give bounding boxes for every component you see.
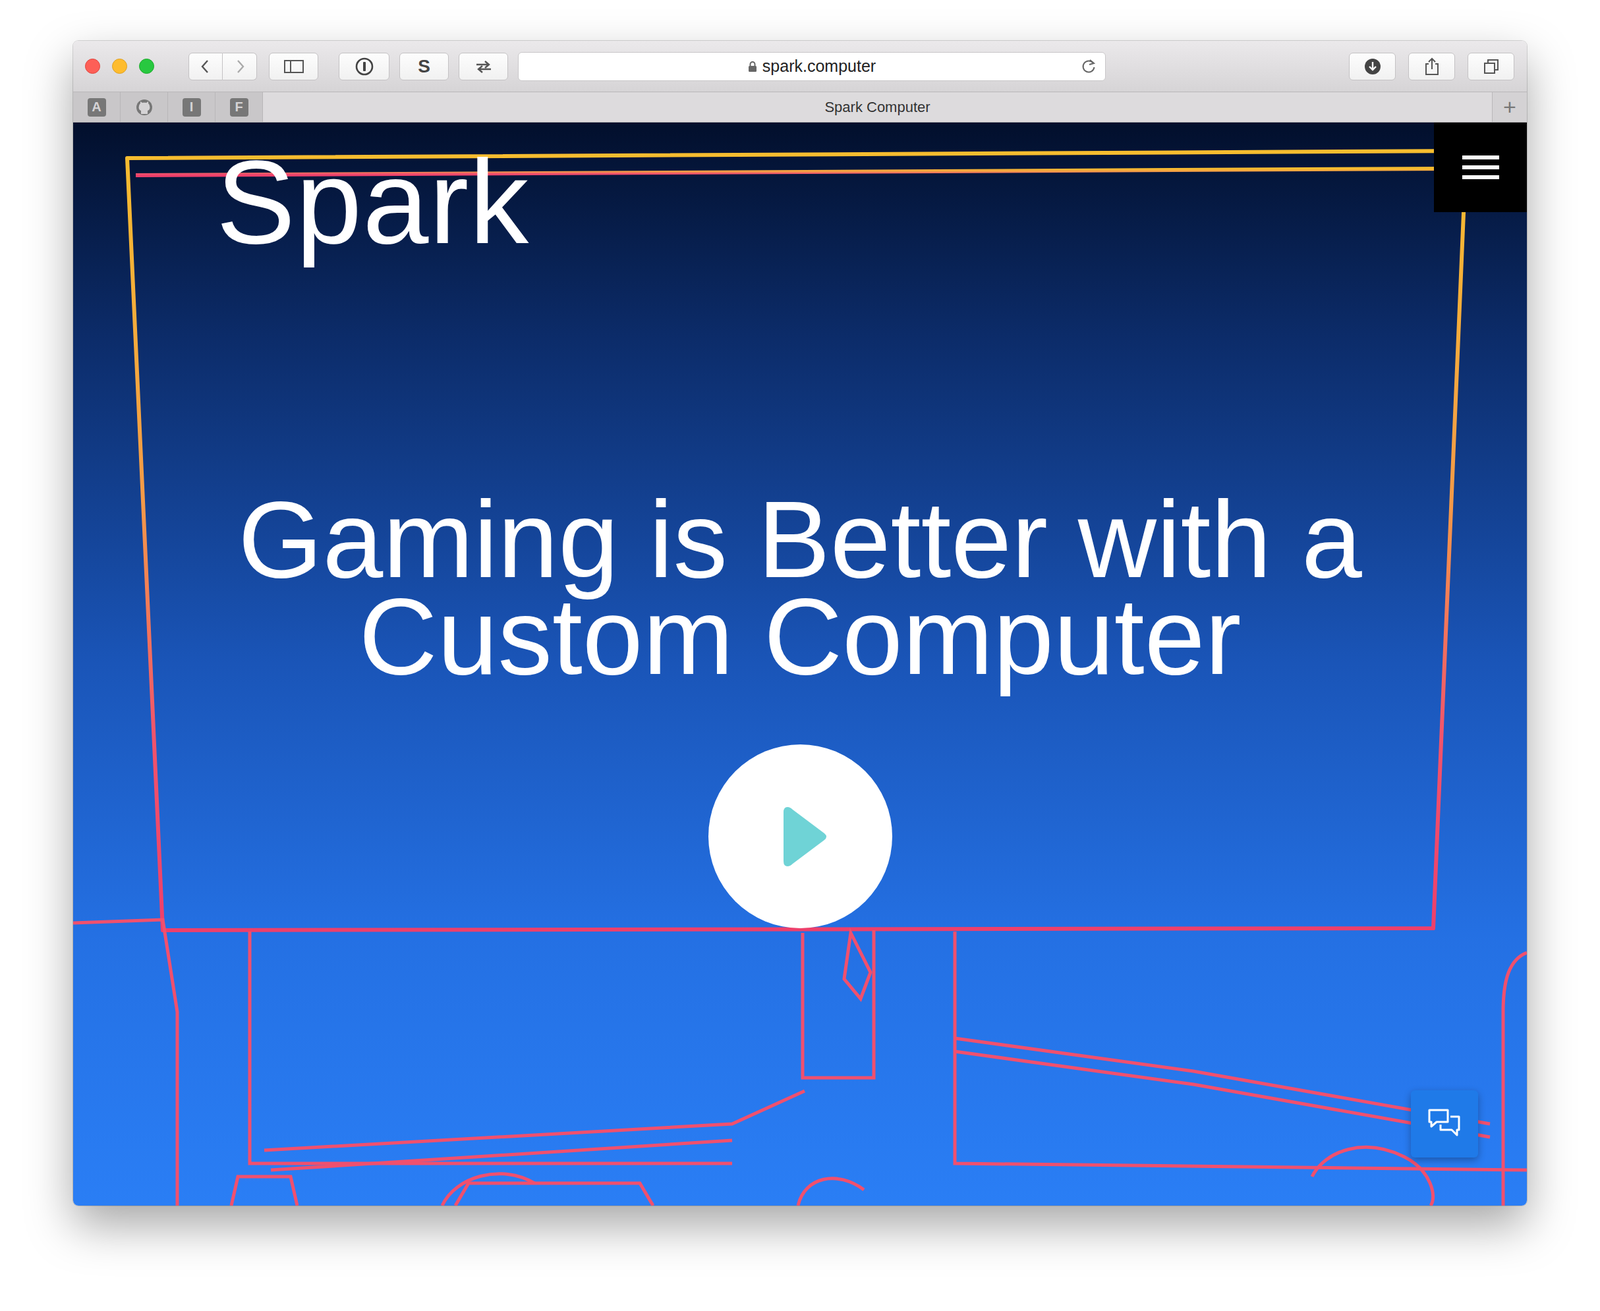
headline: Gaming is Better with a Custom Computer bbox=[173, 491, 1427, 686]
pinned-tab-label: I bbox=[182, 98, 201, 117]
new-tab-button[interactable]: + bbox=[1491, 92, 1527, 122]
github-icon bbox=[135, 98, 154, 117]
share-button[interactable] bbox=[1408, 52, 1456, 81]
sidebar-icon bbox=[283, 58, 305, 75]
navigation-buttons bbox=[188, 52, 258, 81]
play-button[interactable] bbox=[708, 744, 893, 929]
share-icon bbox=[1422, 56, 1442, 77]
hero: Spark Gaming is Better with a Custom Comp… bbox=[73, 122, 1527, 1206]
url-text: spark.computer bbox=[747, 56, 876, 76]
password-icon bbox=[354, 56, 375, 77]
minimize-icon[interactable] bbox=[112, 58, 128, 74]
close-icon[interactable] bbox=[85, 58, 101, 74]
arrows-icon bbox=[473, 58, 494, 75]
password-button[interactable] bbox=[338, 52, 390, 81]
desktop: Sspark.computer A I F Spark Computer+ Spark Ga… bbox=[0, 0, 1600, 1311]
tab-bar: A I F Spark Computer+ bbox=[73, 91, 1527, 123]
chat-icon bbox=[1427, 1107, 1462, 1141]
lock-icon bbox=[747, 60, 758, 73]
handoff-button[interactable] bbox=[458, 52, 509, 81]
tabs-button[interactable] bbox=[1467, 52, 1515, 81]
pinned-tab[interactable]: A bbox=[73, 92, 121, 122]
menu-button[interactable] bbox=[1433, 122, 1527, 213]
window-controls bbox=[85, 58, 155, 74]
address-bar[interactable]: spark.computer bbox=[517, 52, 1106, 82]
pinned-tab-label: A bbox=[87, 98, 107, 117]
reload-icon[interactable] bbox=[1080, 57, 1098, 76]
pinned-tab-label: F bbox=[229, 98, 249, 117]
tabs-icon bbox=[1482, 57, 1501, 76]
download-icon bbox=[1363, 57, 1382, 76]
toolbar: Sspark.computer bbox=[73, 40, 1527, 92]
play-icon bbox=[776, 800, 833, 874]
sidebar-button[interactable] bbox=[268, 52, 319, 81]
logo[interactable]: Spark bbox=[216, 142, 530, 262]
extension-button[interactable]: S bbox=[399, 52, 449, 81]
downloads-button[interactable] bbox=[1348, 52, 1396, 81]
pinned-tab[interactable]: I bbox=[168, 92, 216, 122]
forward-button[interactable] bbox=[222, 52, 258, 81]
forward-icon bbox=[233, 58, 247, 75]
browser-window: Sspark.computer A I F Spark Computer+ Spark Ga… bbox=[73, 40, 1527, 1206]
zoom-icon[interactable] bbox=[139, 58, 155, 74]
active-tab[interactable]: Spark Computer bbox=[262, 92, 1492, 122]
pinned-tab[interactable]: F bbox=[215, 92, 263, 122]
back-icon bbox=[199, 58, 213, 75]
pinned-tab[interactable] bbox=[120, 92, 169, 122]
back-button[interactable] bbox=[188, 52, 223, 81]
chat-button[interactable] bbox=[1410, 1090, 1479, 1158]
hamburger-icon bbox=[1462, 154, 1500, 181]
